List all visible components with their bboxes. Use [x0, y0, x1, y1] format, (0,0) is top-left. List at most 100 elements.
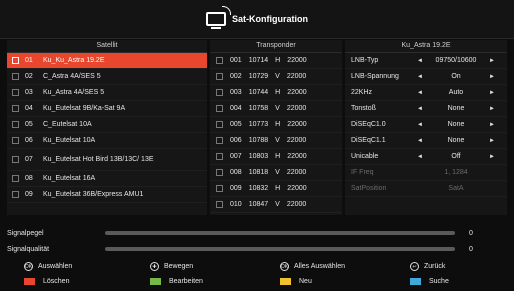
checkbox[interactable] — [216, 73, 223, 80]
satellite-row[interactable]: 01 Ku_Ku_Astra 19.2E — [7, 53, 207, 69]
satellite-row[interactable]: 08 Ku_Eutelsat 16A — [7, 171, 207, 187]
lnb-setting-row[interactable]: DiSEqC1.0 ◄ None ► — [345, 117, 507, 133]
setting-value: None — [447, 105, 465, 112]
lnb-setting-row[interactable]: Unicable ◄ Off ► — [345, 149, 507, 165]
arrow-right-icon[interactable]: ► — [488, 106, 496, 112]
transponder-row[interactable]: 009 10832 H 22000 — [210, 181, 342, 197]
checkbox[interactable] — [216, 169, 223, 176]
transponder-symbol-rate: 22000 — [286, 137, 307, 144]
transponder-polarization: V — [275, 169, 280, 176]
arrow-left-icon[interactable]: ◄ — [416, 58, 424, 64]
checkbox[interactable] — [216, 57, 223, 64]
yellow-button[interactable]: Neu — [280, 278, 312, 285]
lnb-setting-row[interactable]: LNB-Spannung ◄ On ► — [345, 69, 507, 85]
checkbox[interactable] — [216, 105, 223, 112]
transponder-row[interactable]: 003 10744 H 22000 — [210, 85, 342, 101]
satellite-name: Ku_Eutelsat 10A — [43, 136, 96, 144]
checkbox[interactable] — [216, 201, 223, 208]
transponder-number: 010 — [230, 201, 242, 208]
checkbox[interactable] — [12, 73, 19, 80]
hint-select-all[interactable]: OK Alles Auswählen — [280, 262, 345, 271]
transponder-row[interactable]: 001 10714 H 22000 — [210, 53, 342, 69]
checkbox[interactable] — [216, 153, 223, 160]
satellite-number: 01 — [25, 57, 33, 64]
arrow-right-icon[interactable]: ► — [488, 90, 496, 96]
transponder-row[interactable]: 004 10758 V 22000 — [210, 101, 342, 117]
signal-level-row: Signalpegel 0 — [7, 227, 507, 239]
arrow-right-icon[interactable]: ► — [488, 154, 496, 160]
transponder-number: 002 — [230, 73, 242, 80]
transponder-polarization: H — [275, 57, 281, 64]
satellite-name: Ku_Astra 4A/SES 5 — [43, 88, 105, 96]
satellite-row[interactable]: 02 C_Astra 4A/SES 5 — [7, 69, 207, 85]
arrow-left-icon[interactable]: ◄ — [416, 154, 424, 160]
arrow-left-icon[interactable]: ◄ — [416, 90, 424, 96]
satellite-row[interactable]: 07 Ku_Eutelsat Hot Bird 13B/13C/ 13E — [7, 149, 207, 171]
checkbox[interactable] — [12, 105, 19, 112]
hint-back-label: Zurück — [424, 263, 446, 270]
green-button-label: Bearbeiten — [169, 278, 203, 285]
checkbox[interactable] — [12, 89, 19, 96]
transponder-polarization: H — [275, 89, 281, 96]
satellite-list: 01 Ku_Ku_Astra 19.2E 02 C_Astra 4A/SES 5 03 K… — [7, 53, 207, 203]
arrow-right-icon[interactable]: ► — [488, 74, 496, 80]
satellite-number: 07 — [25, 156, 33, 163]
blue-button[interactable]: Suche — [410, 278, 449, 285]
lnb-setting-row[interactable]: DiSEqC1.1 ◄ None ► — [345, 133, 507, 149]
setting-label: LNB-Typ — [351, 57, 379, 64]
hint-back[interactable]: ↩ Zurück — [410, 262, 445, 271]
checkbox[interactable] — [216, 137, 223, 144]
ok-button-icon: OK — [24, 262, 33, 271]
transponder-row[interactable]: 006 10788 V 22000 — [210, 133, 342, 149]
lnb-setting-row[interactable]: 22KHz ◄ Auto ► — [345, 85, 507, 101]
transponder-frequency: 10803 — [248, 153, 269, 160]
satellite-panel: Satellit 01 Ku_Ku_Astra 19.2E 02 C_Astra 4A… — [7, 40, 207, 215]
checkbox[interactable] — [12, 175, 19, 182]
satellite-row[interactable]: 05 C_Eutelsat 10A — [7, 117, 207, 133]
transponder-frequency: 10773 — [248, 121, 269, 128]
arrow-right-icon[interactable]: ► — [488, 58, 496, 64]
transponder-row[interactable]: 008 10818 V 22000 — [210, 165, 342, 181]
transponder-row[interactable]: 007 10803 H 22000 — [210, 149, 342, 165]
satellite-row[interactable]: 04 Ku_Eutelsat 9B/Ka-Sat 9A — [7, 101, 207, 117]
setting-label: Tonstoß — [351, 105, 376, 112]
transponder-frequency: 10847 — [248, 201, 269, 208]
transponder-symbol-rate: 22000 — [287, 121, 307, 128]
green-button[interactable]: Bearbeiten — [150, 278, 203, 285]
transponder-frequency: 10744 — [248, 89, 269, 96]
satellite-row[interactable]: 03 Ku_Astra 4A/SES 5 — [7, 85, 207, 101]
signal-level-label: Signalpegel — [7, 229, 44, 237]
arrow-left-icon[interactable]: ◄ — [416, 138, 424, 144]
checkbox[interactable] — [12, 137, 19, 144]
satellite-number: 04 — [25, 105, 33, 112]
hint-move-label: Bewegen — [164, 263, 194, 270]
satellite-number: 08 — [25, 175, 33, 182]
transponder-row[interactable]: 002 10729 V 22000 — [210, 69, 342, 85]
lnb-settings-panel: Ku_Astra 19.2E LNB-Typ ◄ 09750/10600 ► LNB-S… — [345, 40, 507, 215]
arrow-left-icon[interactable]: ◄ — [416, 122, 424, 128]
dpad-icon: ✚ — [150, 262, 159, 271]
satellite-row[interactable]: 06 Ku_Eutelsat 10A — [7, 133, 207, 149]
checkbox[interactable] — [216, 89, 223, 96]
transponder-row[interactable]: 005 10773 H 22000 — [210, 117, 342, 133]
satellite-number: 09 — [25, 191, 33, 198]
satellite-row[interactable]: 09 Ku_Eutelsat 36B/Express AMU1 — [7, 187, 207, 203]
arrow-left-icon[interactable]: ◄ — [416, 74, 424, 80]
checkbox[interactable] — [12, 57, 19, 64]
hint-select[interactable]: OK Auswählen — [24, 262, 72, 271]
transponder-panel: Transponder 001 10714 H 22000 002 10729 V 22000… — [210, 40, 342, 215]
red-button[interactable]: Löschen — [24, 278, 69, 285]
checkbox[interactable] — [12, 121, 19, 128]
checkbox[interactable] — [12, 156, 19, 163]
checkbox[interactable] — [216, 121, 223, 128]
arrow-right-icon[interactable]: ► — [488, 122, 496, 128]
arrow-right-icon[interactable]: ► — [488, 138, 496, 144]
lnb-settings-list: LNB-Typ ◄ 09750/10600 ► LNB-Spannung ◄ On ► 22KH… — [345, 53, 507, 197]
hint-move[interactable]: ✚ Bewegen — [150, 262, 193, 271]
lnb-setting-row[interactable]: Tonstoß ◄ None ► — [345, 101, 507, 117]
lnb-setting-row[interactable]: LNB-Typ ◄ 09750/10600 ► — [345, 53, 507, 69]
checkbox[interactable] — [216, 185, 223, 192]
transponder-row[interactable]: 010 10847 V 22000 — [210, 197, 342, 213]
checkbox[interactable] — [12, 191, 19, 198]
arrow-left-icon[interactable]: ◄ — [416, 106, 424, 112]
